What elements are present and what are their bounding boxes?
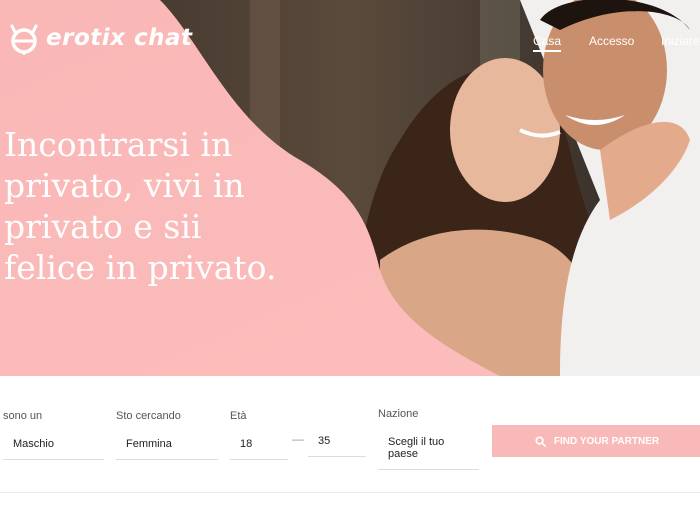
- age-to-field: 35: [308, 427, 366, 457]
- find-partner-label: FIND YOUR PARTNER: [553, 435, 660, 447]
- brand-logo[interactable]: erotix chat: [6, 20, 193, 56]
- brand-name: erotix chat: [46, 25, 193, 51]
- main-nav: Casa Accesso Iniziare: [533, 34, 700, 52]
- age-from-select[interactable]: 18: [230, 430, 288, 460]
- nav-item-casa-label: Casa: [533, 34, 562, 52]
- hero: erotix chat Casa Accesso Iniziare Incont…: [0, 0, 700, 376]
- age-label: Età: [230, 410, 247, 422]
- i-am-select[interactable]: Maschio: [3, 430, 104, 460]
- country-label: Nazione: [378, 408, 419, 420]
- looking-for-field: Sto cercando Femmina: [116, 410, 218, 460]
- headline-line: privato, vivi in: [4, 166, 245, 205]
- age-from-field: Età 18: [230, 410, 288, 460]
- hero-headline: Incontrarsi in privato, vivi in privato …: [4, 124, 304, 288]
- country-select[interactable]: Scegli il tuo paese: [378, 428, 479, 470]
- devil-e-logo-icon: [10, 24, 38, 55]
- age-range-separator: —: [292, 432, 304, 446]
- age-to-select[interactable]: 35: [308, 427, 366, 457]
- country-field: Nazione Scegli il tuo paese: [378, 408, 479, 470]
- nav-item-casa[interactable]: Casa: [533, 34, 589, 52]
- find-partner-button[interactable]: FIND YOUR PARTNER: [492, 425, 700, 457]
- nav-item-accesso[interactable]: Accesso: [589, 34, 661, 52]
- divider: [0, 492, 700, 493]
- search-icon: [535, 435, 546, 447]
- i-am-label: sono un: [3, 410, 43, 422]
- headline-line: felice in privato.: [4, 248, 277, 287]
- headline-line: Incontrarsi in: [4, 125, 233, 164]
- nav-item-iniziare[interactable]: Iniziare: [661, 34, 700, 52]
- i-am-field: sono un Maschio: [3, 410, 104, 460]
- headline-line: privato e sii: [4, 207, 202, 246]
- looking-for-label: Sto cercando: [116, 410, 181, 422]
- looking-for-select[interactable]: Femmina: [116, 430, 218, 460]
